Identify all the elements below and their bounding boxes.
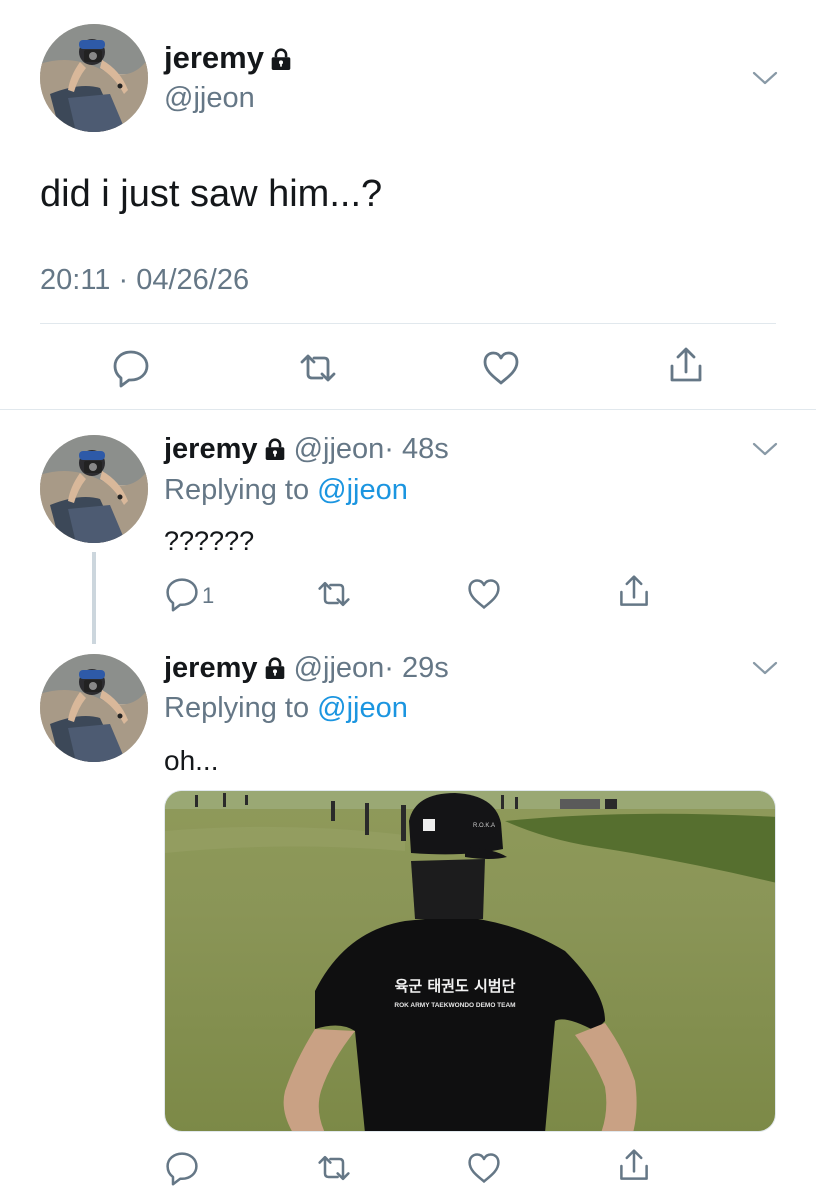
replying-to-link[interactable]: @jjeon bbox=[317, 692, 408, 724]
replying-to-link[interactable]: @jjeon bbox=[317, 474, 408, 506]
replying-to-line: Replying to @jjeon bbox=[164, 472, 408, 508]
share-icon[interactable] bbox=[616, 574, 652, 610]
divider bbox=[40, 323, 776, 324]
reply-icon[interactable] bbox=[164, 1150, 200, 1186]
tweet-age: · 29s bbox=[384, 652, 449, 684]
chevron-down-icon[interactable] bbox=[752, 441, 778, 457]
avatar[interactable] bbox=[40, 24, 148, 132]
avatar[interactable] bbox=[40, 654, 148, 762]
tweet-text: oh... bbox=[164, 745, 219, 776]
cap-text: R.O.K.A bbox=[473, 823, 495, 829]
lock-icon bbox=[270, 41, 292, 81]
chevron-down-icon[interactable] bbox=[752, 70, 778, 86]
handle[interactable]: @jjeon bbox=[164, 80, 255, 116]
replying-label: Replying to bbox=[164, 692, 310, 724]
retweet-icon[interactable] bbox=[314, 576, 354, 612]
tweet-timestamp[interactable]: 20:11 · 04/26/26 bbox=[40, 262, 249, 298]
handle[interactable]: @jjeon bbox=[294, 433, 385, 465]
replying-label: Replying to bbox=[164, 474, 310, 506]
reply-icon[interactable] bbox=[111, 348, 151, 388]
like-icon[interactable] bbox=[466, 1150, 502, 1186]
lock-icon bbox=[264, 652, 286, 690]
replying-to-line: Replying to @jjeon bbox=[164, 690, 408, 726]
tweet-text: did i just saw him...? bbox=[40, 173, 383, 215]
reply-icon[interactable] bbox=[164, 576, 200, 612]
shirt-korean-text: 육군 태권도 시범단 bbox=[395, 977, 516, 995]
share-icon[interactable] bbox=[666, 346, 706, 386]
shirt-english-text: ROK ARMY TAEKWONDO DEMO TEAM bbox=[394, 1002, 515, 1009]
like-icon[interactable] bbox=[466, 576, 502, 612]
share-icon[interactable] bbox=[616, 1148, 652, 1184]
thread-line bbox=[92, 552, 96, 644]
chevron-down-icon[interactable] bbox=[752, 660, 778, 676]
display-name[interactable]: jeremy bbox=[164, 652, 258, 684]
tweet-text: ?????? bbox=[164, 526, 255, 556]
author-line: jeremy bbox=[164, 38, 292, 81]
reply-count: 1 bbox=[202, 583, 215, 608]
display-name[interactable]: jeremy bbox=[164, 433, 258, 465]
tweet-age: · 48s bbox=[384, 433, 449, 465]
display-name[interactable]: jeremy bbox=[164, 40, 264, 75]
author-line: jeremy @jjeon· 48s bbox=[164, 430, 449, 471]
section-divider bbox=[0, 409, 816, 410]
handle[interactable]: @jjeon bbox=[294, 652, 385, 684]
author-line: jeremy @jjeon· 29s bbox=[164, 649, 449, 690]
retweet-icon[interactable] bbox=[296, 348, 340, 388]
lock-icon bbox=[264, 433, 286, 471]
like-icon[interactable] bbox=[481, 348, 521, 388]
retweet-icon[interactable] bbox=[314, 1150, 354, 1186]
avatar[interactable] bbox=[40, 435, 148, 543]
tweet-photo[interactable]: R.O.K.A 육군 태권도 시범단 ROK ARMY TAEKWONDO DE… bbox=[164, 790, 776, 1132]
